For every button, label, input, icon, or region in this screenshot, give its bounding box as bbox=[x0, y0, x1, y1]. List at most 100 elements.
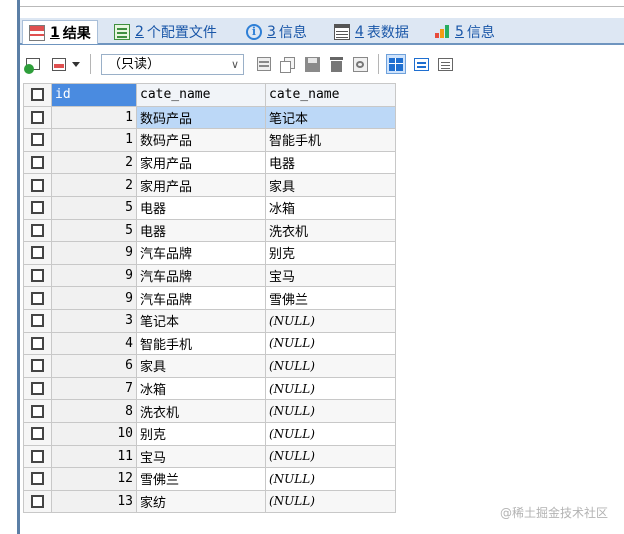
cell-cate-name[interactable]: 宝马 bbox=[136, 444, 266, 469]
table-row[interactable]: 8 洗衣机 (NULL) bbox=[23, 399, 396, 423]
row-checkbox[interactable] bbox=[31, 246, 44, 260]
cell-id[interactable]: 12 bbox=[51, 467, 137, 491]
row-checkbox-cell[interactable] bbox=[23, 467, 52, 491]
cell-cate-name[interactable]: 家用产品 bbox=[136, 173, 266, 197]
cell-id[interactable]: 7 bbox=[51, 376, 137, 401]
row-checkbox[interactable] bbox=[31, 269, 44, 283]
row-checkbox[interactable] bbox=[31, 336, 44, 350]
table-row[interactable]: 5 电器 冰箱 bbox=[23, 195, 396, 220]
tab-info-2[interactable]: 5 信息 bbox=[428, 20, 501, 44]
tab-profiles[interactable]: 2 个配置文件 bbox=[108, 20, 223, 44]
cell-cate-name-2[interactable]: 电器 bbox=[265, 150, 396, 175]
row-checkbox-cell[interactable] bbox=[23, 218, 52, 243]
cell-cate-name-2[interactable]: 别克 bbox=[265, 241, 396, 265]
cell-cate-name-2[interactable]: (NULL) bbox=[265, 399, 396, 423]
cell-cate-name[interactable]: 笔记本 bbox=[136, 308, 266, 333]
row-checkbox-cell[interactable] bbox=[23, 263, 52, 288]
cell-cate-name[interactable]: 汽车品牌 bbox=[136, 286, 266, 310]
row-checkbox[interactable] bbox=[31, 449, 44, 463]
cell-id[interactable]: 9 bbox=[51, 241, 137, 265]
table-row[interactable]: 11 宝马 (NULL) bbox=[23, 444, 396, 469]
select-all-checkbox-cell[interactable] bbox=[23, 83, 52, 107]
cell-id[interactable]: 4 bbox=[51, 331, 137, 356]
cell-id[interactable]: 8 bbox=[51, 399, 137, 423]
row-checkbox[interactable] bbox=[31, 156, 44, 170]
cell-cate-name-2[interactable]: (NULL) bbox=[265, 489, 396, 514]
cell-cate-name-2[interactable]: 冰箱 bbox=[265, 195, 396, 220]
row-checkbox[interactable] bbox=[31, 427, 44, 441]
row-checkbox-cell[interactable] bbox=[23, 376, 52, 401]
row-checkbox-cell[interactable] bbox=[23, 173, 52, 197]
cell-cate-name[interactable]: 汽车品牌 bbox=[136, 263, 266, 288]
row-checkbox-cell[interactable] bbox=[23, 489, 52, 514]
table-row[interactable]: 6 家具 (NULL) bbox=[23, 354, 396, 378]
table-row[interactable]: 5 电器 洗衣机 bbox=[23, 218, 396, 243]
export-dropdown-button[interactable] bbox=[49, 54, 83, 74]
cell-id[interactable]: 9 bbox=[51, 263, 137, 288]
row-checkbox[interactable] bbox=[31, 110, 44, 124]
cell-cate-name-2[interactable]: (NULL) bbox=[265, 308, 396, 333]
cell-cate-name-2[interactable]: (NULL) bbox=[265, 421, 396, 446]
column-header-cate-name[interactable]: cate_name bbox=[136, 83, 266, 107]
row-checkbox-cell[interactable] bbox=[23, 308, 52, 333]
column-header-cate-name-2[interactable]: cate_name bbox=[265, 83, 396, 107]
refresh-button[interactable] bbox=[350, 54, 370, 74]
duplicate-row-button[interactable] bbox=[254, 54, 274, 74]
table-row[interactable]: 9 汽车品牌 别克 bbox=[23, 241, 396, 265]
row-checkbox[interactable] bbox=[31, 382, 44, 396]
cell-cate-name[interactable]: 数码产品 bbox=[136, 105, 266, 130]
row-checkbox-cell[interactable] bbox=[23, 399, 52, 423]
row-checkbox-cell[interactable] bbox=[23, 286, 52, 310]
cell-id[interactable]: 2 bbox=[51, 173, 137, 197]
cell-id[interactable]: 1 bbox=[51, 128, 137, 152]
row-checkbox[interactable] bbox=[31, 472, 44, 486]
row-checkbox-cell[interactable] bbox=[23, 354, 52, 378]
table-row[interactable]: 10 别克 (NULL) bbox=[23, 421, 396, 446]
cell-id[interactable]: 5 bbox=[51, 195, 137, 220]
row-checkbox-cell[interactable] bbox=[23, 128, 52, 152]
cell-cate-name-2[interactable]: (NULL) bbox=[265, 331, 396, 356]
cell-cate-name-2[interactable]: (NULL) bbox=[265, 376, 396, 401]
tab-info[interactable]: i 3 信息 bbox=[240, 20, 313, 44]
cell-id[interactable]: 2 bbox=[51, 150, 137, 175]
cell-cate-name[interactable]: 智能手机 bbox=[136, 331, 266, 356]
cell-cate-name-2[interactable]: 洗衣机 bbox=[265, 218, 396, 243]
row-checkbox-cell[interactable] bbox=[23, 105, 52, 130]
tab-table-data[interactable]: 4 表数据 bbox=[328, 20, 415, 44]
table-row[interactable]: 2 家用产品 家具 bbox=[23, 173, 396, 197]
column-header-id[interactable]: id bbox=[51, 83, 137, 107]
row-checkbox[interactable] bbox=[31, 404, 44, 418]
form-view-button[interactable] bbox=[411, 54, 431, 74]
table-row[interactable]: 12 雪佛兰 (NULL) bbox=[23, 467, 396, 491]
add-row-button[interactable] bbox=[23, 54, 43, 74]
table-row[interactable]: 4 智能手机 (NULL) bbox=[23, 331, 396, 356]
row-checkbox[interactable] bbox=[31, 494, 44, 508]
table-row[interactable]: 9 汽车品牌 雪佛兰 bbox=[23, 286, 396, 310]
row-checkbox-cell[interactable] bbox=[23, 150, 52, 175]
cell-cate-name[interactable]: 家用产品 bbox=[136, 150, 266, 175]
cell-cate-name-2[interactable]: 宝马 bbox=[265, 263, 396, 288]
row-checkbox[interactable] bbox=[31, 178, 44, 192]
cell-cate-name[interactable]: 汽车品牌 bbox=[136, 241, 266, 265]
cell-cate-name-2[interactable]: 家具 bbox=[265, 173, 396, 197]
cell-id[interactable]: 11 bbox=[51, 444, 137, 469]
cell-cate-name[interactable]: 雪佛兰 bbox=[136, 467, 266, 491]
row-checkbox[interactable] bbox=[31, 223, 44, 237]
cell-id[interactable]: 5 bbox=[51, 218, 137, 243]
table-row[interactable]: 1 数码产品 智能手机 bbox=[23, 128, 396, 152]
cell-cate-name[interactable]: 家纺 bbox=[136, 489, 266, 514]
cell-cate-name-2[interactable]: (NULL) bbox=[265, 444, 396, 469]
cell-cate-name[interactable]: 电器 bbox=[136, 195, 266, 220]
tab-results[interactable]: 1 结果 bbox=[22, 20, 98, 44]
row-checkbox-cell[interactable] bbox=[23, 195, 52, 220]
cell-id[interactable]: 10 bbox=[51, 421, 137, 446]
cell-id[interactable]: 3 bbox=[51, 308, 137, 333]
cell-cate-name[interactable]: 洗衣机 bbox=[136, 399, 266, 423]
cell-cate-name[interactable]: 数码产品 bbox=[136, 128, 266, 152]
row-checkbox-cell[interactable] bbox=[23, 241, 52, 265]
cell-cate-name-2[interactable]: 雪佛兰 bbox=[265, 286, 396, 310]
row-checkbox[interactable] bbox=[31, 201, 44, 215]
cell-cate-name-2[interactable]: (NULL) bbox=[265, 354, 396, 378]
row-checkbox[interactable] bbox=[31, 291, 44, 305]
cell-cate-name[interactable]: 别克 bbox=[136, 421, 266, 446]
